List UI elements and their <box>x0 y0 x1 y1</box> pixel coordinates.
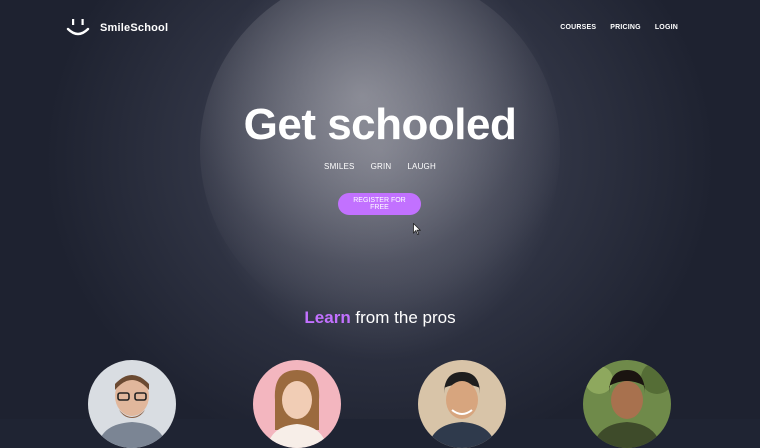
pro-avatar-3[interactable] <box>418 360 506 448</box>
brand-name: SmileSchool <box>100 22 169 34</box>
pros-section-heading: Learn from the pros <box>0 308 760 328</box>
person-man-outdoor-photo <box>583 360 671 448</box>
tag-grin: GRIN <box>370 162 392 171</box>
pro-avatar-1[interactable] <box>88 360 176 448</box>
pros-heading-rest: from the pros <box>350 308 456 327</box>
pro-avatar-2[interactable] <box>253 360 341 448</box>
person-man-photo <box>418 360 506 448</box>
mouse-cursor-icon <box>413 223 421 235</box>
top-navbar: SmileSchool COURSES PRICING LOGIN <box>0 0 760 58</box>
hero-headline: Get schooled <box>243 100 517 149</box>
person-woman-photo <box>253 360 341 448</box>
pro-avatar-4[interactable] <box>583 360 671 448</box>
smiley-icon <box>66 19 90 36</box>
tag-smiles: SMILES <box>324 162 355 171</box>
nav-login-link[interactable]: LOGIN <box>655 24 678 31</box>
pros-heading-accent: Learn <box>304 308 351 327</box>
person-glasses-photo <box>88 360 176 448</box>
nav-courses-link[interactable]: COURSES <box>560 24 596 31</box>
tag-laugh: LAUGH <box>407 162 436 171</box>
nav-links: COURSES PRICING LOGIN <box>560 24 678 31</box>
register-button[interactable]: REGISTER FOR FREE <box>338 193 421 215</box>
brand-logo[interactable]: SmileSchool <box>66 17 168 39</box>
nav-pricing-link[interactable]: PRICING <box>610 24 641 31</box>
hero-tags: SMILES GRIN LAUGH <box>0 162 760 171</box>
